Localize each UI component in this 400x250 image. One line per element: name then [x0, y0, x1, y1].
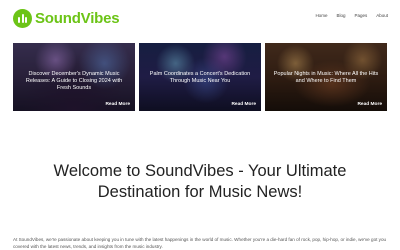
read-more-link[interactable]: Read More	[357, 102, 382, 107]
nav-item-about[interactable]: About	[376, 13, 388, 18]
card-title[interactable]: Discover December's Dynamic Music Releas…	[19, 71, 129, 92]
featured-card[interactable]: Palm Coordinates a Concert's Dedication …	[139, 43, 261, 111]
card-title[interactable]: Palm Coordinates a Concert's Dedication …	[145, 71, 255, 85]
nav-item-home[interactable]: Home	[315, 13, 327, 18]
site-logo[interactable]: SoundVibes	[13, 9, 120, 28]
page-headline: Welcome to SoundVibes - Your Ultimate De…	[53, 162, 347, 201]
featured-posts: Discover December's Dynamic Music Releas…	[13, 43, 387, 111]
read-more-link[interactable]: Read More	[105, 102, 130, 107]
intro-paragraph: At SoundVibes, we're passionate about ke…	[13, 237, 387, 249]
nav-item-pages[interactable]: Pages	[354, 13, 367, 18]
card-title[interactable]: Popular Nights in Music: Where All the H…	[271, 71, 381, 85]
main-nav: Home Blog Pages About	[315, 13, 388, 18]
music-bars-icon	[13, 9, 32, 28]
nav-item-blog[interactable]: Blog	[336, 13, 345, 18]
featured-card[interactable]: Popular Nights in Music: Where All the H…	[265, 43, 387, 111]
read-more-link[interactable]: Read More	[231, 102, 256, 107]
site-name: SoundVibes	[35, 10, 120, 27]
site-header: SoundVibes Home Blog Pages About	[0, 0, 400, 36]
featured-card[interactable]: Discover December's Dynamic Music Releas…	[13, 43, 135, 111]
